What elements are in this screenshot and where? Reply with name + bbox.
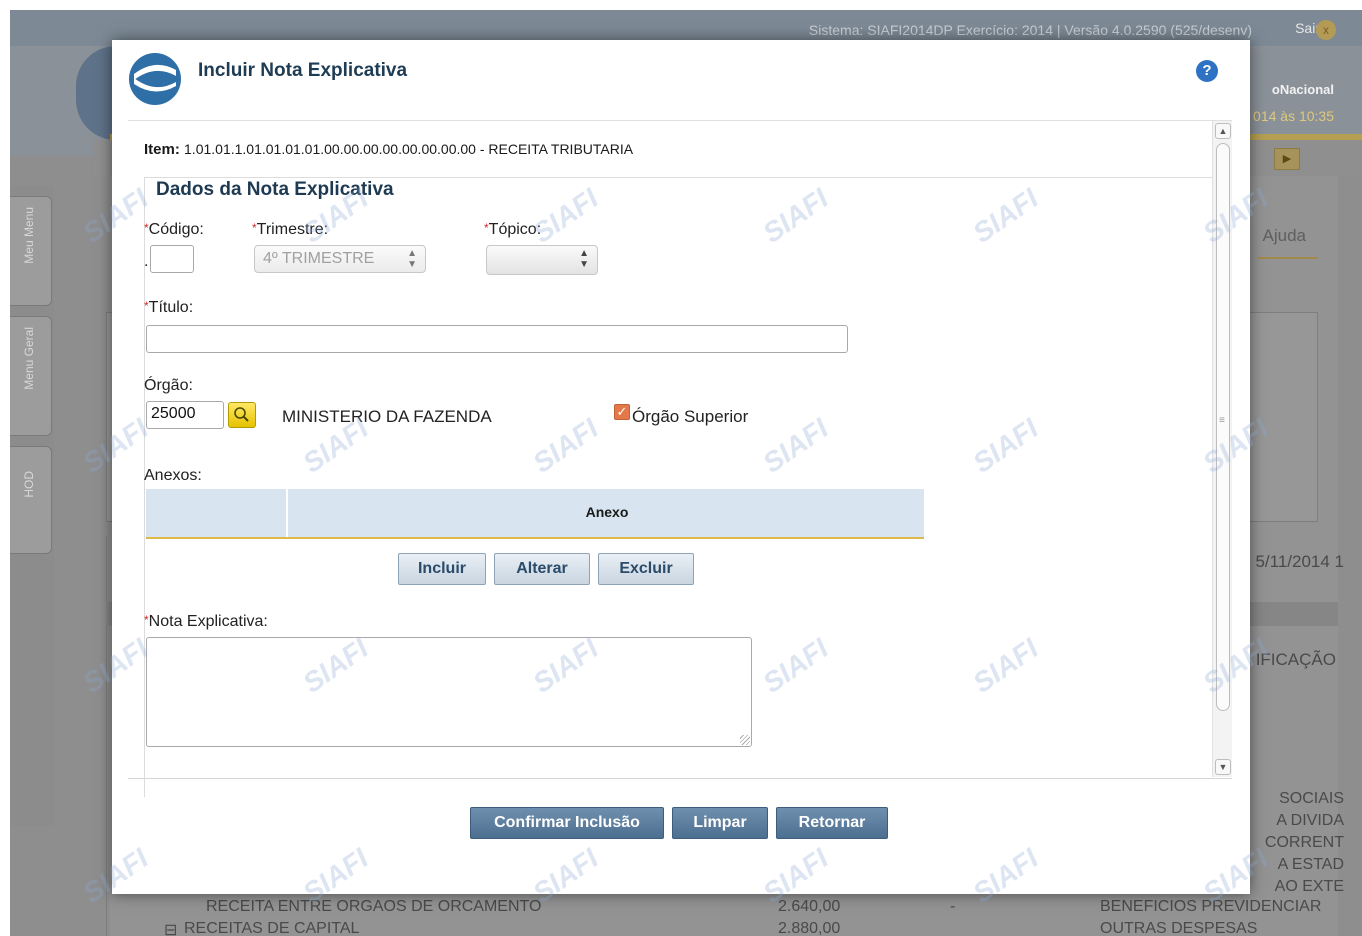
topico-label: *Tópico: xyxy=(484,221,541,239)
dialog-footer: Confirmar Inclusão Limpar Retornar xyxy=(128,778,1232,878)
orgao-label: Órgão: xyxy=(144,377,193,394)
titulo-input[interactable] xyxy=(146,325,848,353)
titulo-label-text: Título: xyxy=(148,299,194,316)
limpar-button[interactable]: Limpar xyxy=(672,807,768,839)
help-icon[interactable]: ? xyxy=(1196,60,1218,82)
orgao-superior-label: Órgão Superior xyxy=(632,407,749,426)
tab-underline xyxy=(1258,257,1318,259)
table-row-value: 2.640,00 xyxy=(778,898,841,915)
list-item: A DIVIDA xyxy=(1276,812,1344,829)
date-text: 5/11/2014 1 xyxy=(1255,552,1344,571)
scroll-grip-icon: ≡ xyxy=(1219,415,1225,426)
codigo-label-text: Código: xyxy=(148,221,204,238)
close-icon[interactable]: x xyxy=(1316,20,1336,40)
sidebar-tab-meu-menu[interactable]: Meu Menu xyxy=(10,196,52,306)
orgao-code-input[interactable]: 25000 xyxy=(146,401,224,429)
dialog-header: Incluir Nota Explicativa ? xyxy=(112,40,1250,105)
dialog-scrollbar[interactable]: ▲ ≡ ▼ xyxy=(1212,121,1232,777)
table-header-cell-select xyxy=(146,489,288,537)
alterar-anexo-button[interactable]: Alterar xyxy=(494,553,590,585)
sidebar-tab-label: Meu Menu xyxy=(22,207,36,264)
system-info: Sistema: SIAFI2014DP Exercício: 2014 | V… xyxy=(808,22,1252,38)
table-row-category: BENEFICIOS PREVIDENCIAR xyxy=(1100,898,1322,915)
search-icon xyxy=(234,407,249,422)
orgao-name: MINISTERIO DA FAZENDA xyxy=(282,407,492,426)
dialog-body: Item: 1.01.01.1.01.01.01.01.00.00.00.00.… xyxy=(128,120,1232,797)
nota-label: *Nota Explicativa: xyxy=(144,613,268,631)
table-row-label: RECEITAS DE CAPITAL xyxy=(184,920,360,936)
siafi-logo-icon xyxy=(129,53,181,105)
nota-label-text: Nota Explicativa: xyxy=(148,613,268,630)
codigo-label: *Código: xyxy=(144,221,204,239)
nota-textarea[interactable] xyxy=(146,637,752,747)
anexos-label: Anexos: xyxy=(144,467,202,484)
orgao-search-button[interactable] xyxy=(228,402,256,428)
orgao-superior-checkbox[interactable]: ✓ xyxy=(614,404,630,420)
sidebar-tab-label: HOD xyxy=(22,471,36,498)
incluir-anexo-button[interactable]: Incluir xyxy=(398,553,486,585)
scroll-up-icon[interactable]: ▲ xyxy=(1215,123,1231,139)
incluir-nota-dialog: Incluir Nota Explicativa ? Item: 1.01.01… xyxy=(112,40,1250,894)
topico-label-text: Tópico: xyxy=(488,221,542,238)
right-list: SOCIAIS A DIVIDA CORRENT A ESTAD AO EXTE xyxy=(1244,788,1344,898)
table-row-dash: - xyxy=(950,898,956,915)
resize-grip-icon[interactable] xyxy=(740,735,750,745)
select-arrows-icon: ▲ ▼ xyxy=(407,248,417,270)
table-row-category: OUTRAS DESPESAS xyxy=(1100,920,1258,936)
table-header-cell-anexo: Anexo xyxy=(585,504,629,520)
sidebar-tab-label: Menu Geral xyxy=(22,327,36,390)
trimestre-label-text: Trimestre: xyxy=(256,221,329,238)
excluir-anexo-button[interactable]: Excluir xyxy=(598,553,694,585)
list-item: AO EXTE xyxy=(1274,878,1344,895)
table-row-label: RECEITA ENTRE ORGAOS DE ORCAMENTO xyxy=(206,898,542,915)
topico-select[interactable]: ▲ ▼ xyxy=(486,245,598,275)
section-title: Dados da Nota Explicativa xyxy=(150,179,400,201)
trimestre-label: *Trimestre: xyxy=(252,221,328,239)
codigo-input[interactable] xyxy=(150,245,194,273)
confirmar-inclusao-button[interactable]: Confirmar Inclusão xyxy=(470,807,664,839)
next-arrow-icon[interactable]: ▶ xyxy=(1274,148,1300,170)
list-item: A ESTAD xyxy=(1277,856,1344,873)
tab-ajuda[interactable]: Ajuda xyxy=(1263,226,1306,246)
table-row-value: 2.880,00 xyxy=(778,920,841,936)
nota-textarea-wrap xyxy=(146,637,752,747)
brand-text: oNacional xyxy=(1271,82,1334,97)
scroll-thumb[interactable] xyxy=(1216,143,1230,711)
select-arrows-icon: ▲ ▼ xyxy=(579,248,589,270)
trimestre-select[interactable]: 4º TRIMESTRE ▲ ▼ xyxy=(254,245,426,273)
anexos-table: Anexo xyxy=(146,489,924,539)
clock-text: 014 às 10:35 xyxy=(1253,108,1334,124)
sidebar-tab-menu-geral[interactable]: Menu Geral xyxy=(10,316,52,436)
titulo-label: *Título: xyxy=(144,299,193,317)
list-item: SOCIAIS xyxy=(1279,790,1344,807)
list-item: CORRENT xyxy=(1264,834,1344,851)
item-info: Item: 1.01.01.1.01.01.01.01.00.00.00.00.… xyxy=(144,141,633,158)
sidebar-tab-hod[interactable]: HOD xyxy=(10,446,52,554)
codigo-prefix: . xyxy=(144,253,149,270)
item-value: 1.01.01.1.01.01.01.01.00.00.00.00.00.00.… xyxy=(184,141,634,157)
retornar-button[interactable]: Retornar xyxy=(776,807,888,839)
trimestre-value: 4º TRIMESTRE xyxy=(263,250,375,267)
collapse-icon[interactable]: ⊟ xyxy=(164,920,177,936)
item-label: Item: xyxy=(144,141,180,158)
scroll-down-icon[interactable]: ▼ xyxy=(1215,759,1231,775)
dialog-title: Incluir Nota Explicativa xyxy=(198,60,408,81)
column-header: IFICAÇÃO xyxy=(1255,650,1336,669)
